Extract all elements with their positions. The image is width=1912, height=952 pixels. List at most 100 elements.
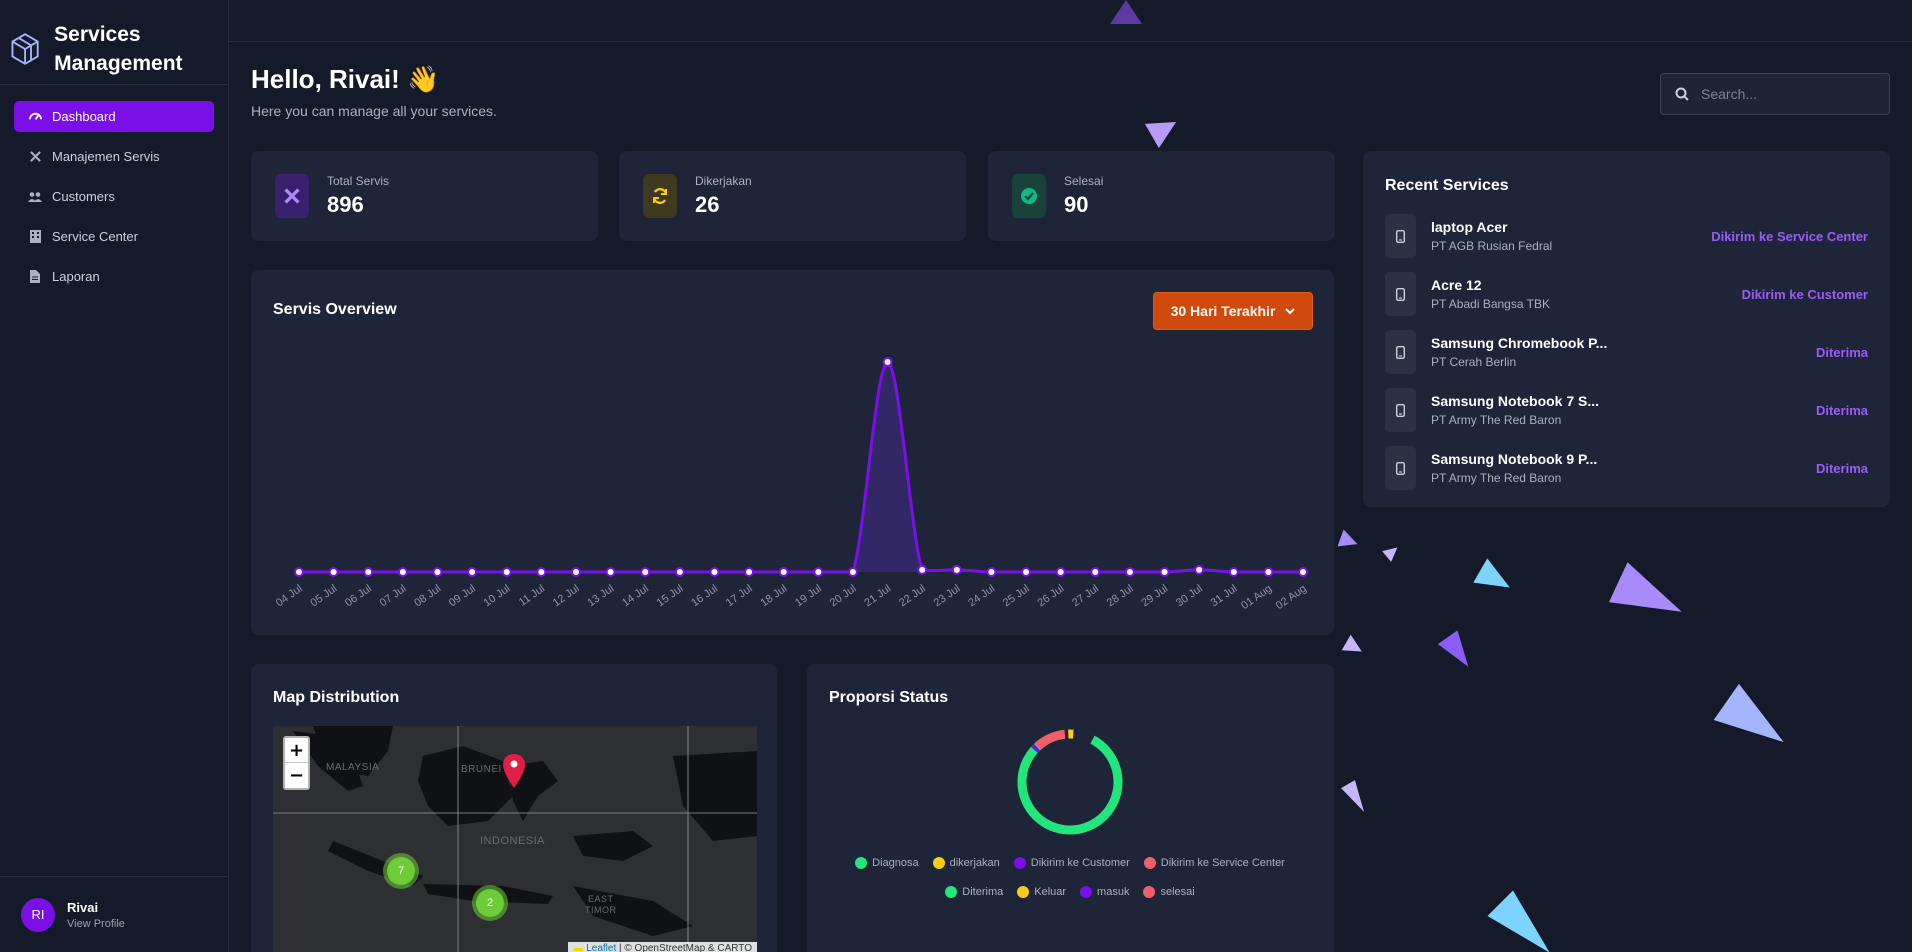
- x-tick-label: 07 Jul: [378, 583, 409, 610]
- x-tick-label: 27 Jul: [1070, 583, 1101, 610]
- search-box[interactable]: [1660, 73, 1890, 115]
- search-input[interactable]: [1701, 86, 1881, 102]
- x-tick-label: 15 Jul: [655, 583, 686, 610]
- sidebar-item-laporan[interactable]: Laporan: [14, 261, 214, 292]
- recent-service-item[interactable]: Acre 12 PT Abadi Bangsa TBK Dikirim ke Cus…: [1385, 272, 1868, 316]
- x-tick-label: 25 Jul: [1001, 583, 1032, 610]
- chart-point: [709, 567, 720, 577]
- x-tick-label: 18 Jul: [758, 583, 789, 610]
- legend-label: masuk: [1097, 886, 1130, 898]
- check-circle-icon: [1012, 174, 1046, 218]
- legend-item[interactable]: Dikirim ke Service Center: [1143, 857, 1285, 869]
- recent-service-company: PT Army The Red Baron: [1431, 471, 1562, 485]
- legend-item[interactable]: selesai: [1143, 886, 1195, 898]
- stat-card-dikerjakan: Dikerjakan 26: [619, 151, 966, 241]
- cluster-count: 7: [387, 857, 415, 885]
- sidebar-item-dashboard[interactable]: Dashboard: [14, 101, 214, 132]
- map[interactable]: MALAYSIA BRUNEI INDONESIA EAST TIMOR + −…: [273, 726, 757, 952]
- zoom-out-button[interactable]: −: [285, 763, 308, 788]
- servis-overview-card: Servis Overview 30 Hari Terakhir 04 Jul 0…: [251, 270, 1334, 635]
- recent-service-status[interactable]: Diterima: [1816, 461, 1868, 476]
- chart-point: [744, 567, 755, 577]
- mobile-icon: [1385, 446, 1416, 490]
- stat-card-selesai: Selesai 90: [988, 151, 1335, 241]
- legend-label: dikerjakan: [949, 857, 1000, 869]
- map-cluster[interactable]: 2: [472, 885, 508, 921]
- chart-point: [847, 567, 858, 577]
- legend-item[interactable]: Diagnosa: [855, 857, 919, 869]
- brand[interactable]: Services Management: [0, 0, 228, 85]
- chart-point: [432, 567, 443, 577]
- decorative-triangle: [1608, 562, 1692, 632]
- sidebar-item-label: Laporan: [52, 269, 100, 284]
- recent-service-item[interactable]: Samsung Chromebook P... PT Cerah Berlin Di…: [1385, 330, 1868, 374]
- sidebar-item-label: Dashboard: [52, 109, 116, 124]
- x-tick-label: 05 Jul: [308, 583, 339, 610]
- sidebar-item-service-center[interactable]: Service Center: [14, 221, 214, 252]
- legend-swatch: [945, 886, 958, 898]
- legend-item[interactable]: dikerjakan: [932, 857, 1000, 869]
- sidebar-item-customers[interactable]: Customers: [14, 181, 214, 212]
- users-icon: [28, 190, 42, 204]
- decorative-triangle: [1382, 542, 1402, 562]
- view-profile-link[interactable]: View Profile: [67, 918, 125, 930]
- mobile-icon: [1385, 330, 1416, 374]
- donut-segment-diagnosa: [1017, 729, 1123, 835]
- sidebar-item-label: Manajemen Servis: [52, 149, 160, 164]
- recent-service-status[interactable]: Diterima: [1816, 345, 1868, 360]
- recent-service-status[interactable]: Diterima: [1816, 403, 1868, 418]
- recent-service-company: PT Abadi Bangsa TBK: [1431, 297, 1550, 311]
- map-label-brunei: BRUNEI: [461, 764, 502, 775]
- chart-point: [605, 567, 616, 577]
- legend-item[interactable]: Diterima: [945, 886, 1003, 898]
- x-tick-label: 19 Jul: [793, 583, 824, 610]
- decorative-triangle: [1487, 890, 1563, 952]
- recent-service-status[interactable]: Dikirim ke Service Center: [1711, 229, 1868, 244]
- sidebar: Services Management Dashboard Manajemen …: [0, 0, 229, 952]
- map-distribution-card: Map Distribution MALAYSIA BRUNEI INDONES…: [251, 664, 777, 952]
- cluster-count: 2: [476, 889, 504, 917]
- sidebar-item-manajemen-servis[interactable]: Manajemen Servis: [14, 141, 214, 172]
- recent-service-company: PT AGB Rusian Fedral: [1431, 239, 1553, 253]
- mobile-icon: [1385, 272, 1416, 316]
- leaflet-link[interactable]: Leaflet: [586, 943, 616, 952]
- attribution-text: | © OpenStreetMap & CARTO: [616, 943, 752, 952]
- recent-service-item[interactable]: Samsung Notebook 7 S... PT Army The Red B…: [1385, 388, 1868, 432]
- tools-icon: [275, 174, 309, 218]
- legend-swatch: [1143, 886, 1156, 898]
- profile[interactable]: RI Rivai View Profile: [0, 876, 229, 952]
- building-icon: [28, 230, 42, 244]
- recent-service-item[interactable]: laptop Acer PT AGB Rusian Fedral Dikirim k…: [1385, 214, 1868, 258]
- sidebar-item-label: Customers: [52, 189, 115, 204]
- chart-point: [328, 567, 339, 577]
- stat-label: Total Servis: [327, 174, 390, 188]
- stat-card-total-servis: Total Servis 896: [251, 151, 598, 241]
- recent-service-item[interactable]: Samsung Notebook 9 P... PT Army The Red B…: [1385, 446, 1868, 490]
- decorative-triangle: [1144, 109, 1184, 149]
- legend-label: selesai: [1160, 886, 1195, 898]
- legend-label: Dikirim ke Service Center: [1160, 857, 1285, 869]
- x-tick-label: 26 Jul: [1035, 583, 1066, 610]
- legend-item[interactable]: Keluar: [1017, 886, 1066, 898]
- x-tick-label: 30 Jul: [1174, 583, 1205, 610]
- legend-item[interactable]: masuk: [1080, 886, 1129, 898]
- chart-point: [882, 357, 893, 367]
- stat-label: Selesai: [1064, 174, 1104, 188]
- x-tick-label: 23 Jul: [932, 583, 963, 610]
- donut-segment-dikirim-ke-service-center: [1017, 729, 1123, 835]
- mobile-icon: [1385, 214, 1416, 258]
- recent-service-status[interactable]: Dikirim ke Customer: [1742, 287, 1868, 302]
- page-title: Hello, Rivai! 👋: [251, 64, 440, 94]
- map-marker-icon[interactable]: [503, 754, 525, 788]
- card-title: Proporsi Status: [829, 689, 949, 706]
- chart-point: [1159, 567, 1170, 577]
- zoom-in-button[interactable]: +: [285, 738, 308, 763]
- legend-item[interactable]: Dikirim ke Customer: [1013, 857, 1130, 869]
- stat-value: 90: [1064, 192, 1089, 217]
- x-tick-label: 08 Jul: [412, 583, 443, 610]
- tools-icon: [28, 150, 42, 164]
- x-tick-label: 16 Jul: [689, 583, 720, 610]
- chart-point: [986, 567, 997, 577]
- map-cluster[interactable]: 7: [383, 853, 419, 889]
- x-tick-label: 10 Jul: [482, 583, 513, 610]
